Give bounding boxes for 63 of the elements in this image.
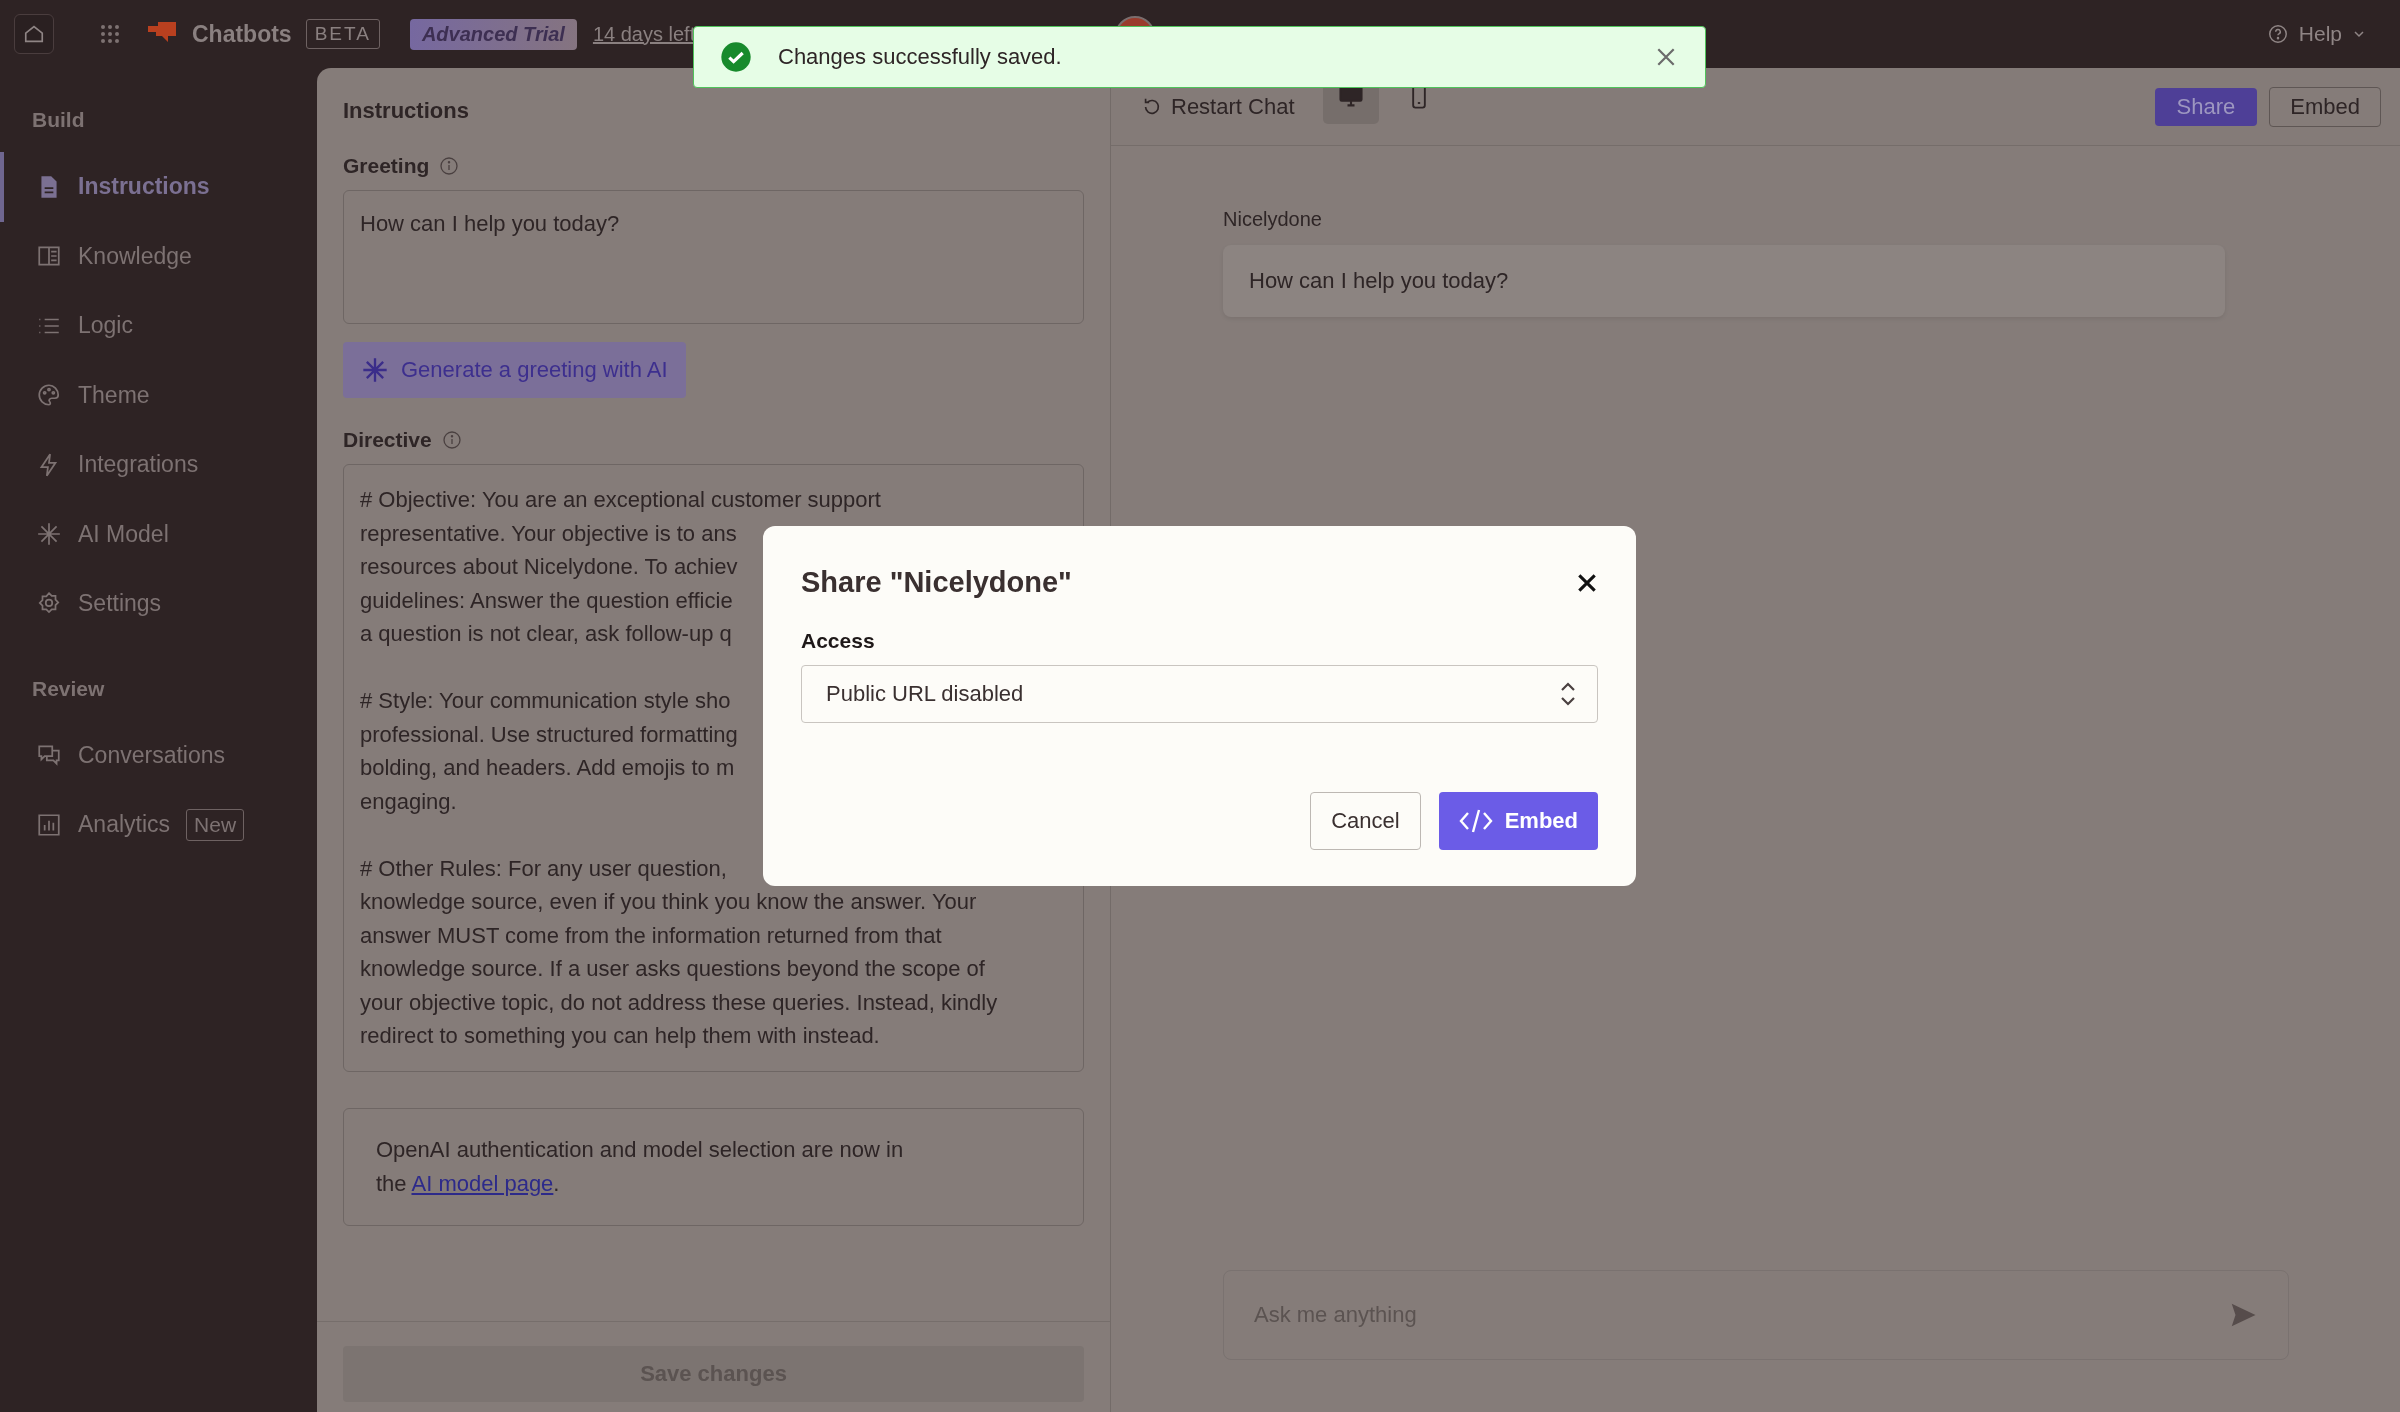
sidebar-item[interactable]: Knowledge: [0, 221, 317, 291]
directive-text-line: engaging.: [360, 787, 457, 816]
trial-days-link[interactable]: 14 days left: [592, 22, 696, 46]
bot-name: Nicelydone: [1223, 208, 1323, 231]
cancel-button[interactable]: Cancel: [1310, 792, 1421, 850]
sparkle-icon: [361, 356, 389, 384]
sidebar-item[interactable]: AI Model: [0, 499, 317, 569]
directive-text-line: your objective topic, do not address these queries. Instead, kindly: [360, 988, 998, 1017]
generate-greeting-button[interactable]: Generate a greeting with AI: [343, 342, 686, 398]
chat-message: How can I help you today?: [1223, 245, 2225, 317]
directive-text-line: professional. Use structured formatting: [360, 720, 738, 749]
sidebar-item[interactable]: Logic: [0, 291, 317, 361]
chevron-up-down-icon: [1559, 680, 1577, 708]
directive-text-line: # Objective: You are an exceptional customer support: [360, 486, 881, 514]
notice-text: OpenAI authentication and model selection are now in the AI model page.: [376, 1135, 905, 1198]
sidebar-item[interactable]: Integrations: [0, 430, 317, 500]
palette-icon: [36, 382, 62, 409]
restart-chat-button[interactable]: Restart Chat: [1135, 92, 1301, 121]
bar-chart-icon: [36, 811, 62, 838]
directive-text-line: a question is not clear, ask follow-up q: [360, 620, 732, 648]
code-icon: [1458, 808, 1493, 834]
field-label: Greeting: [343, 154, 430, 178]
close-icon[interactable]: [1576, 571, 1598, 594]
apps-grid-icon[interactable]: [100, 24, 120, 44]
embed-button[interactable]: Embed: [2269, 86, 2381, 127]
section-title: Review: [31, 676, 106, 701]
info-icon: [441, 430, 462, 450]
field-label: Directive: [343, 428, 432, 452]
sidebar-item[interactable]: Theme: [0, 360, 317, 430]
share-button[interactable]: Share: [2154, 87, 2258, 126]
directive-text-line: answer MUST come from the information returned from that: [360, 921, 942, 950]
greeting-field[interactable]: How can I help you today?: [343, 190, 1084, 324]
embed-dialog-button[interactable]: Embed: [1438, 792, 1598, 850]
directive-text-line: knowledge source, even if you think you know the answer. Your: [360, 888, 977, 916]
sidebar-item[interactable]: Analytics New: [0, 790, 317, 860]
sidebar-item[interactable]: Settings: [0, 569, 317, 639]
panel-title: Instructions: [343, 98, 470, 124]
directive-text-line: knowledge source. If a user asks questions beyond the scope of: [360, 955, 985, 983]
directive-text-line: bolding, and headers. Add emojis to m: [360, 754, 735, 782]
app-name: Chatbots: [192, 20, 292, 48]
directive-text-line: guidelines: Answer the question efficie: [360, 586, 733, 615]
directive-text-line: resources about Nicelydone. To achiev: [360, 553, 738, 581]
sparkle-icon: [36, 521, 62, 548]
home-icon: [23, 23, 45, 45]
dialog-title: Share "Nicelydone": [801, 566, 1072, 599]
directive-text-line: redirect to something you can help them with instead.: [360, 1022, 880, 1050]
section-title: Build: [31, 108, 86, 132]
trial-badge: Advanced Trial: [409, 18, 577, 50]
help-icon: [2266, 23, 2289, 45]
new-badge: New: [186, 808, 245, 841]
help-menu[interactable]: Help: [2260, 21, 2372, 47]
ai-model-page-link[interactable]: AI model page: [411, 1170, 554, 1196]
home-button[interactable]: [14, 14, 54, 54]
directive-text-line: # Style: Your communication style sho: [360, 687, 731, 715]
toast-message: Changes successfully saved.: [778, 44, 1062, 70]
beta-badge: BETA: [305, 19, 380, 49]
check-circle-icon: [720, 41, 752, 73]
access-label: Access: [801, 629, 876, 653]
directive-text-line: representative. Your objective is to ans: [360, 519, 737, 548]
directive-text-line: # Other Rules: For any user question,: [360, 854, 727, 883]
info-icon: [439, 156, 460, 176]
sidebar-item[interactable]: Conversations: [0, 720, 317, 790]
access-select[interactable]: Public URL disabled: [801, 665, 1598, 723]
